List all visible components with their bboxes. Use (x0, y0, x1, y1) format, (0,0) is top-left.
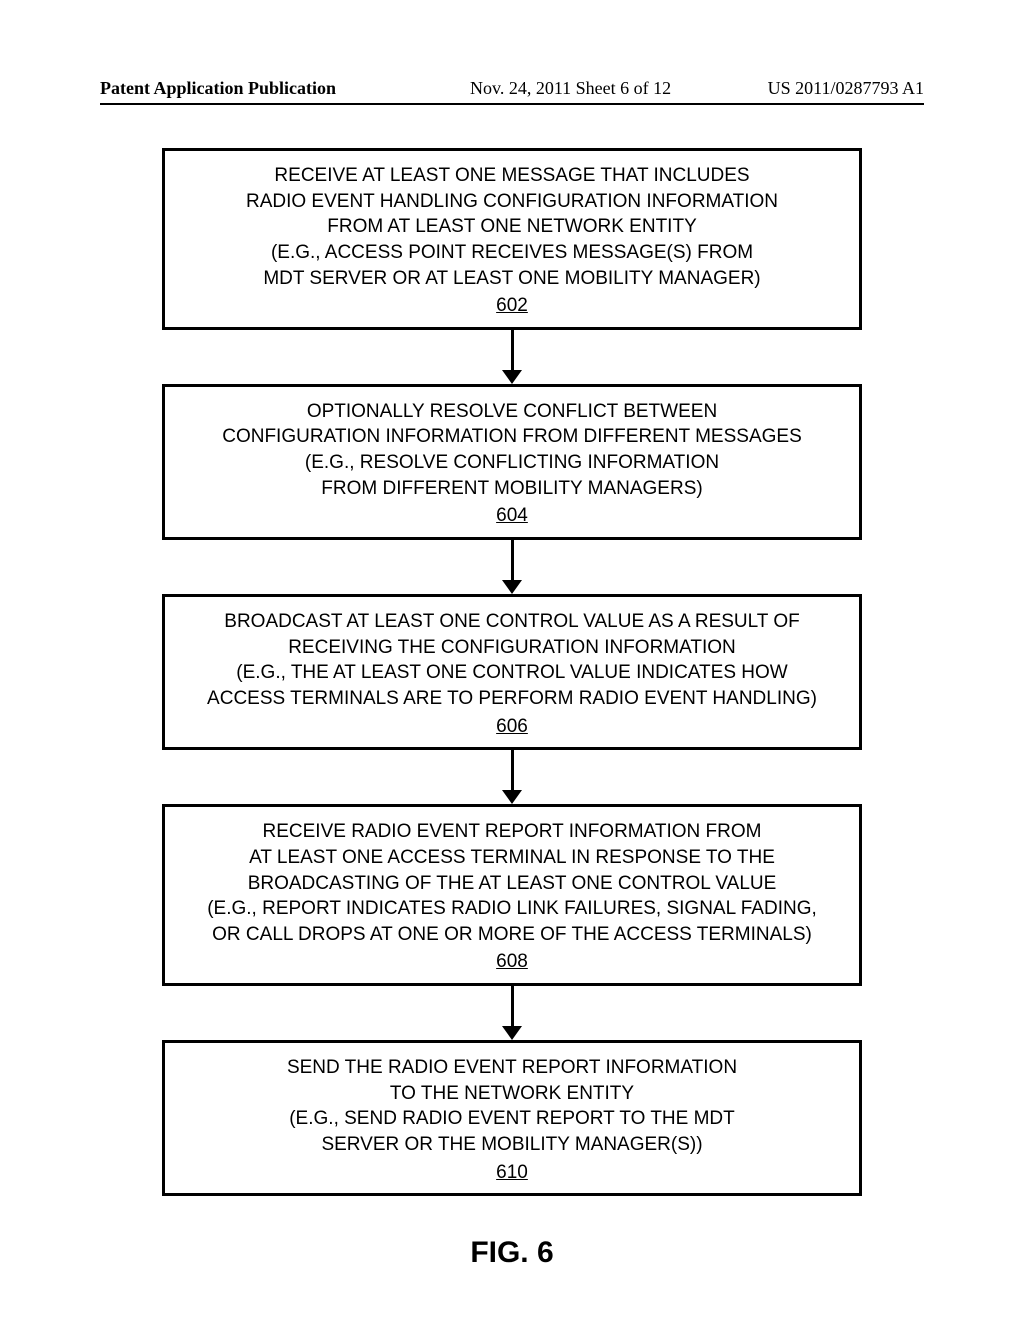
step-number: 610 (496, 1160, 528, 1186)
page: Patent Application Publication Nov. 24, … (0, 0, 1024, 1320)
flow-step-610: SEND THE RADIO EVENT REPORT INFORMATIONT… (162, 1040, 862, 1196)
flow-arrow-icon (502, 750, 522, 804)
step-text-line: CONFIGURATION INFORMATION FROM DIFFERENT… (183, 424, 841, 450)
step-text-line: SEND THE RADIO EVENT REPORT INFORMATION (183, 1055, 841, 1081)
step-text-line: RECEIVE AT LEAST ONE MESSAGE THAT INCLUD… (183, 163, 841, 189)
step-text-line: RECEIVING THE CONFIGURATION INFORMATION (183, 635, 841, 661)
step-number: 606 (496, 714, 528, 740)
step-text-line: RADIO EVENT HANDLING CONFIGURATION INFOR… (183, 189, 841, 215)
flow-step-602: RECEIVE AT LEAST ONE MESSAGE THAT INCLUD… (162, 148, 862, 330)
header-right: US 2011/0287793 A1 (768, 78, 924, 99)
step-number: 604 (496, 503, 528, 529)
header-left: Patent Application Publication (100, 78, 336, 98)
step-text-line: FROM DIFFERENT MOBILITY MANAGERS) (183, 476, 841, 502)
step-text-line: AT LEAST ONE ACCESS TERMINAL IN RESPONSE… (183, 845, 841, 871)
figure-label: FIG. 6 (0, 1236, 1024, 1270)
flow-step-606: BROADCAST AT LEAST ONE CONTROL VALUE AS … (162, 594, 862, 750)
flow-arrow-icon (502, 330, 522, 384)
step-text-line: (E.G., THE AT LEAST ONE CONTROL VALUE IN… (183, 660, 841, 686)
flow-step-608: RECEIVE RADIO EVENT REPORT INFORMATION F… (162, 804, 862, 986)
flow-arrow-icon (502, 986, 522, 1040)
step-text-line: FROM AT LEAST ONE NETWORK ENTITY (183, 214, 841, 240)
step-number: 608 (496, 949, 528, 975)
step-text-line: (E.G., ACCESS POINT RECEIVES MESSAGE(S) … (183, 240, 841, 266)
step-text-line: (E.G., REPORT INDICATES RADIO LINK FAILU… (183, 896, 841, 922)
flow-arrow-icon (502, 540, 522, 594)
header-mid: Nov. 24, 2011 Sheet 6 of 12 (470, 78, 671, 99)
step-number: 602 (496, 293, 528, 319)
step-text-line: (E.G., SEND RADIO EVENT REPORT TO THE MD… (183, 1106, 841, 1132)
step-text-line: (E.G., RESOLVE CONFLICTING INFORMATION (183, 450, 841, 476)
step-text-line: RECEIVE RADIO EVENT REPORT INFORMATION F… (183, 819, 841, 845)
step-text-line: OR CALL DROPS AT ONE OR MORE OF THE ACCE… (183, 922, 841, 948)
step-text-line: OPTIONALLY RESOLVE CONFLICT BETWEEN (183, 399, 841, 425)
page-header: Patent Application Publication Nov. 24, … (100, 78, 924, 105)
step-text-line: BROADCASTING OF THE AT LEAST ONE CONTROL… (183, 871, 841, 897)
step-text-line: SERVER OR THE MOBILITY MANAGER(S)) (183, 1132, 841, 1158)
flow-step-604: OPTIONALLY RESOLVE CONFLICT BETWEENCONFI… (162, 384, 862, 540)
step-text-line: ACCESS TERMINALS ARE TO PERFORM RADIO EV… (183, 686, 841, 712)
step-text-line: BROADCAST AT LEAST ONE CONTROL VALUE AS … (183, 609, 841, 635)
flowchart: RECEIVE AT LEAST ONE MESSAGE THAT INCLUD… (0, 148, 1024, 1196)
step-text-line: MDT SERVER OR AT LEAST ONE MOBILITY MANA… (183, 266, 841, 292)
step-text-line: TO THE NETWORK ENTITY (183, 1081, 841, 1107)
